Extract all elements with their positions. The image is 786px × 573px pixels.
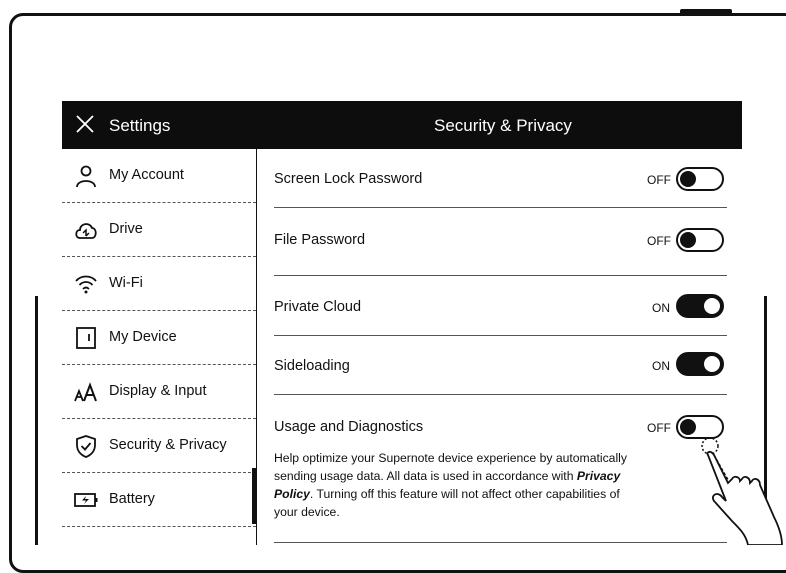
device-side-edge-left <box>35 296 38 545</box>
screen-lock-password-toggle[interactable] <box>676 167 724 191</box>
toggle-state-label: OFF <box>647 234 671 248</box>
toggle-state-label: ON <box>652 301 670 315</box>
wifi-icon <box>75 275 97 294</box>
setting-row-sideloading: Sideloading ON <box>274 335 727 395</box>
power-button <box>680 9 732 15</box>
setting-row-private-cloud: Private Cloud ON <box>274 275 727 336</box>
sidebar-item-drive[interactable]: Drive <box>62 203 256 257</box>
sidebar-item-more[interactable] <box>62 527 256 545</box>
sidebar-item-wifi[interactable]: Wi-Fi <box>62 257 256 311</box>
setting-row-file-password: File Password OFF <box>274 207 727 276</box>
device-icon <box>76 327 96 349</box>
sidebar-item-my-account[interactable]: My Account <box>62 149 256 203</box>
sidebar-item-battery[interactable]: Battery <box>62 473 256 527</box>
battery-icon <box>74 493 98 507</box>
text-size-icon <box>74 382 97 402</box>
person-icon <box>76 165 96 188</box>
setting-row-screen-lock-password: Screen Lock Password OFF <box>274 149 727 208</box>
sidebar-item-display-input[interactable]: Display & Input <box>62 365 256 419</box>
toggle-state-label: ON <box>652 359 670 373</box>
settings-title: Settings <box>109 116 171 135</box>
toggle-knob <box>704 298 720 314</box>
page-title: Security & Privacy <box>434 116 572 135</box>
description-text: Help optimize your Supernote device expe… <box>274 451 627 483</box>
private-cloud-toggle[interactable] <box>676 294 724 318</box>
setting-label: Usage and Diagnostics <box>274 419 424 435</box>
sidebar-item-label: Security & Privacy <box>109 437 227 453</box>
sidebar-item-label: My Account <box>109 167 184 183</box>
toggle-knob <box>704 356 720 372</box>
sidebar-item-my-device[interactable]: My Device <box>62 311 256 365</box>
toggle-state-label: OFF <box>647 173 671 187</box>
usage-diagnostics-description: Help optimize your Supernote device expe… <box>274 449 646 521</box>
toggle-state-label: OFF <box>647 421 671 435</box>
settings-screen: Settings Security & Privacy My Account D… <box>62 101 742 545</box>
sidebar-item-security-privacy[interactable]: Security & Privacy <box>62 419 256 473</box>
cloud-sync-icon <box>75 223 97 239</box>
sidebar-item-label: Display & Input <box>109 383 207 399</box>
sidebar-item-label: Battery <box>109 491 155 507</box>
settings-sidebar: My Account Drive Wi-Fi My Device Display… <box>62 149 257 545</box>
toggle-knob <box>680 232 696 248</box>
file-password-toggle[interactable] <box>676 228 724 252</box>
setting-label: Private Cloud <box>274 299 362 315</box>
description-text: . Turning off this feature will not affe… <box>274 487 620 519</box>
setting-label: Sideloading <box>274 358 350 374</box>
tap-gesture-hand-icon <box>701 437 783 545</box>
sideloading-toggle[interactable] <box>676 352 724 376</box>
active-item-indicator <box>252 468 256 524</box>
shield-icon <box>76 435 96 458</box>
sidebar-item-label: My Device <box>109 329 177 345</box>
setting-label: File Password <box>274 232 366 248</box>
top-bar: Settings Security & Privacy <box>62 101 742 149</box>
close-icon[interactable] <box>74 113 96 135</box>
sidebar-item-label: Wi-Fi <box>109 275 143 291</box>
toggle-knob <box>680 171 696 187</box>
sidebar-item-label: Drive <box>109 221 143 237</box>
setting-label: Screen Lock Password <box>274 171 423 187</box>
